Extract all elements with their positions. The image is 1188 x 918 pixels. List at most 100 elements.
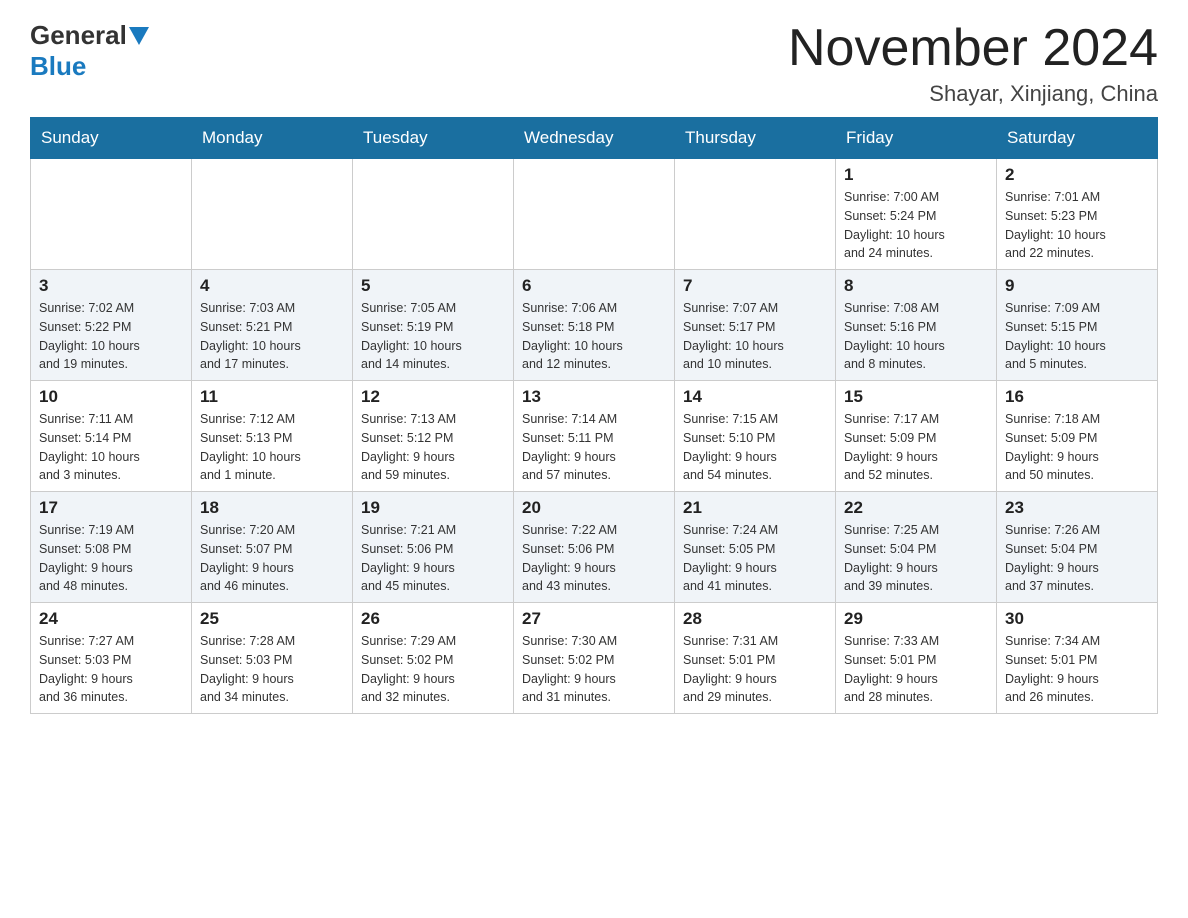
day-of-week-header: Sunday [31, 118, 192, 159]
calendar-day-cell: 10 Sunrise: 7:11 AM Sunset: 5:14 PM Dayli… [31, 381, 192, 492]
calendar-week-row: 1Sunrise: 7:00 AM Sunset: 5:24 PM Daylig… [31, 159, 1158, 270]
day-of-week-header: Saturday [997, 118, 1158, 159]
day-info: Sunrise: 7:12 AM Sunset: 5:13 PM Dayligh… [200, 410, 344, 485]
day-number: 27 [522, 609, 666, 629]
day-number: 14 [683, 387, 827, 407]
day-info: Sunrise: 7:13 AM Sunset: 5:12 PM Dayligh… [361, 410, 505, 485]
day-number: 2 [1005, 165, 1149, 185]
calendar-day-cell: 21 Sunrise: 7:24 AM Sunset: 5:05 PM Dayli… [675, 492, 836, 603]
day-number: 13 [522, 387, 666, 407]
day-of-week-header: Thursday [675, 118, 836, 159]
day-info: Sunrise: 7:07 AM Sunset: 5:17 PM Dayligh… [683, 299, 827, 374]
day-info: Sunrise: 7:22 AM Sunset: 5:06 PM Dayligh… [522, 521, 666, 596]
calendar-day-cell: 11 Sunrise: 7:12 AM Sunset: 5:13 PM Dayli… [192, 381, 353, 492]
calendar-day-cell: 19 Sunrise: 7:21 AM Sunset: 5:06 PM Dayli… [353, 492, 514, 603]
calendar-day-cell: 2 Sunrise: 7:01 AM Sunset: 5:23 PM Daylig… [997, 159, 1158, 270]
calendar-day-cell: 26Sunrise: 7:29 AM Sunset: 5:02 PM Dayli… [353, 603, 514, 714]
day-number: 7 [683, 276, 827, 296]
day-info: Sunrise: 7:01 AM Sunset: 5:23 PM Dayligh… [1005, 188, 1149, 263]
day-info: Sunrise: 7:25 AM Sunset: 5:04 PM Dayligh… [844, 521, 988, 596]
calendar-day-cell: 9 Sunrise: 7:09 AM Sunset: 5:15 PM Daylig… [997, 270, 1158, 381]
day-number: 21 [683, 498, 827, 518]
calendar-day-cell: 5 Sunrise: 7:05 AM Sunset: 5:19 PM Daylig… [353, 270, 514, 381]
day-of-week-header: Friday [836, 118, 997, 159]
day-info: Sunrise: 7:14 AM Sunset: 5:11 PM Dayligh… [522, 410, 666, 485]
day-number: 5 [361, 276, 505, 296]
calendar-day-cell: 30Sunrise: 7:34 AM Sunset: 5:01 PM Dayli… [997, 603, 1158, 714]
day-number: 12 [361, 387, 505, 407]
day-number: 28 [683, 609, 827, 629]
calendar-day-cell: 22 Sunrise: 7:25 AM Sunset: 5:04 PM Dayli… [836, 492, 997, 603]
day-number: 16 [1005, 387, 1149, 407]
calendar-week-row: 17 Sunrise: 7:19 AM Sunset: 5:08 PM Dayli… [31, 492, 1158, 603]
calendar-day-cell: 15Sunrise: 7:17 AM Sunset: 5:09 PM Dayli… [836, 381, 997, 492]
calendar-week-row: 10 Sunrise: 7:11 AM Sunset: 5:14 PM Dayli… [31, 381, 1158, 492]
calendar-title-area: November 2024 Shayar, Xinjiang, China [788, 20, 1158, 107]
day-info: Sunrise: 7:11 AM Sunset: 5:14 PM Dayligh… [39, 410, 183, 485]
logo-triangle-icon [129, 27, 149, 45]
page-header: General Blue November 2024 Shayar, Xinji… [30, 20, 1158, 107]
logo: General Blue [30, 20, 151, 82]
day-number: 20 [522, 498, 666, 518]
day-number: 24 [39, 609, 183, 629]
calendar-day-cell: 28 Sunrise: 7:31 AM Sunset: 5:01 PM Dayli… [675, 603, 836, 714]
calendar-day-cell: 25 Sunrise: 7:28 AM Sunset: 5:03 PM Dayli… [192, 603, 353, 714]
day-number: 11 [200, 387, 344, 407]
day-info: Sunrise: 7:21 AM Sunset: 5:06 PM Dayligh… [361, 521, 505, 596]
day-info: Sunrise: 7:31 AM Sunset: 5:01 PM Dayligh… [683, 632, 827, 707]
calendar-table: SundayMondayTuesdayWednesdayThursdayFrid… [30, 117, 1158, 714]
day-number: 17 [39, 498, 183, 518]
calendar-week-row: 24 Sunrise: 7:27 AM Sunset: 5:03 PM Dayli… [31, 603, 1158, 714]
calendar-day-cell [675, 159, 836, 270]
day-of-week-header: Monday [192, 118, 353, 159]
day-number: 26 [361, 609, 505, 629]
day-number: 29 [844, 609, 988, 629]
day-info: Sunrise: 7:27 AM Sunset: 5:03 PM Dayligh… [39, 632, 183, 707]
day-number: 19 [361, 498, 505, 518]
day-number: 6 [522, 276, 666, 296]
calendar-day-cell [353, 159, 514, 270]
day-info: Sunrise: 7:24 AM Sunset: 5:05 PM Dayligh… [683, 521, 827, 596]
calendar-location: Shayar, Xinjiang, China [788, 81, 1158, 107]
calendar-week-row: 3 Sunrise: 7:02 AM Sunset: 5:22 PM Daylig… [31, 270, 1158, 381]
day-info: Sunrise: 7:08 AM Sunset: 5:16 PM Dayligh… [844, 299, 988, 374]
calendar-header-row: SundayMondayTuesdayWednesdayThursdayFrid… [31, 118, 1158, 159]
day-info: Sunrise: 7:19 AM Sunset: 5:08 PM Dayligh… [39, 521, 183, 596]
day-number: 3 [39, 276, 183, 296]
calendar-day-cell: 14 Sunrise: 7:15 AM Sunset: 5:10 PM Dayli… [675, 381, 836, 492]
day-number: 22 [844, 498, 988, 518]
day-number: 18 [200, 498, 344, 518]
day-info: Sunrise: 7:33 AM Sunset: 5:01 PM Dayligh… [844, 632, 988, 707]
calendar-day-cell: 8 Sunrise: 7:08 AM Sunset: 5:16 PM Daylig… [836, 270, 997, 381]
calendar-day-cell: 13 Sunrise: 7:14 AM Sunset: 5:11 PM Dayli… [514, 381, 675, 492]
calendar-day-cell: 17 Sunrise: 7:19 AM Sunset: 5:08 PM Dayli… [31, 492, 192, 603]
day-info: Sunrise: 7:00 AM Sunset: 5:24 PM Dayligh… [844, 188, 988, 263]
day-info: Sunrise: 7:05 AM Sunset: 5:19 PM Dayligh… [361, 299, 505, 374]
day-info: Sunrise: 7:15 AM Sunset: 5:10 PM Dayligh… [683, 410, 827, 485]
day-info: Sunrise: 7:18 AM Sunset: 5:09 PM Dayligh… [1005, 410, 1149, 485]
calendar-day-cell: 6Sunrise: 7:06 AM Sunset: 5:18 PM Daylig… [514, 270, 675, 381]
calendar-day-cell: 1Sunrise: 7:00 AM Sunset: 5:24 PM Daylig… [836, 159, 997, 270]
day-info: Sunrise: 7:20 AM Sunset: 5:07 PM Dayligh… [200, 521, 344, 596]
day-number: 25 [200, 609, 344, 629]
day-of-week-header: Tuesday [353, 118, 514, 159]
day-number: 9 [1005, 276, 1149, 296]
calendar-day-cell: 29 Sunrise: 7:33 AM Sunset: 5:01 PM Dayli… [836, 603, 997, 714]
calendar-day-cell [514, 159, 675, 270]
day-number: 23 [1005, 498, 1149, 518]
day-number: 8 [844, 276, 988, 296]
calendar-day-cell [192, 159, 353, 270]
day-info: Sunrise: 7:34 AM Sunset: 5:01 PM Dayligh… [1005, 632, 1149, 707]
day-info: Sunrise: 7:26 AM Sunset: 5:04 PM Dayligh… [1005, 521, 1149, 596]
calendar-day-cell: 27Sunrise: 7:30 AM Sunset: 5:02 PM Dayli… [514, 603, 675, 714]
day-of-week-header: Wednesday [514, 118, 675, 159]
calendar-day-cell: 3 Sunrise: 7:02 AM Sunset: 5:22 PM Daylig… [31, 270, 192, 381]
calendar-day-cell [31, 159, 192, 270]
logo-general-text: General [30, 20, 127, 51]
day-info: Sunrise: 7:28 AM Sunset: 5:03 PM Dayligh… [200, 632, 344, 707]
day-number: 10 [39, 387, 183, 407]
calendar-day-cell: 18 Sunrise: 7:20 AM Sunset: 5:07 PM Dayli… [192, 492, 353, 603]
day-info: Sunrise: 7:09 AM Sunset: 5:15 PM Dayligh… [1005, 299, 1149, 374]
day-info: Sunrise: 7:02 AM Sunset: 5:22 PM Dayligh… [39, 299, 183, 374]
day-number: 4 [200, 276, 344, 296]
